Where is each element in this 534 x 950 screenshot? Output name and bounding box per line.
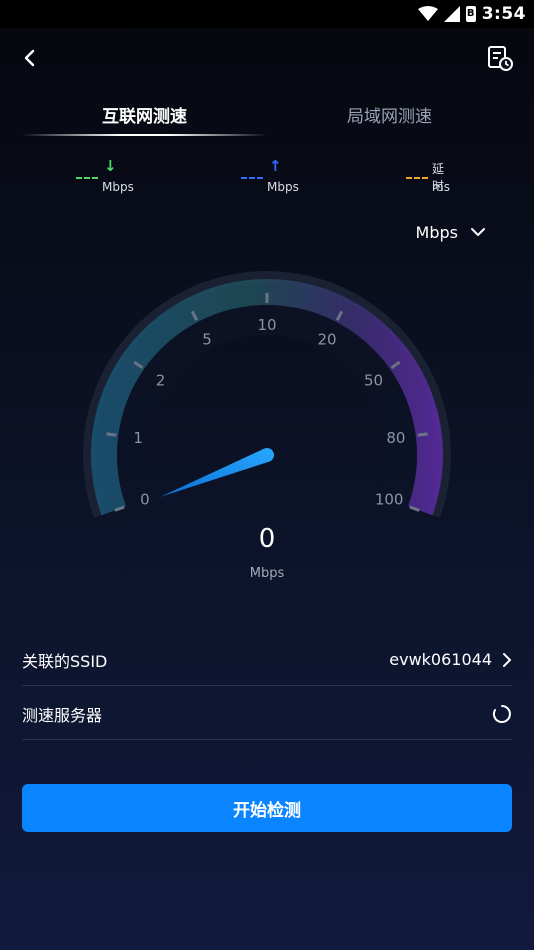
upload-arrow-icon: ↑ [269, 157, 282, 175]
status-time: 3:54 [481, 4, 526, 24]
gauge-tick-label: 1 [133, 429, 143, 447]
gauge-tick-label: 0 [140, 490, 150, 508]
latency-value-placeholder [406, 177, 428, 179]
start-test-button[interactable]: 开始检测 [22, 784, 512, 832]
chevron-right-icon [503, 652, 511, 667]
unit-selector-value: Mbps [415, 222, 458, 242]
cell-signal-icon [443, 6, 460, 22]
gauge-tick-label: 5 [202, 331, 212, 349]
current-speed-unit: Mbps [249, 566, 285, 581]
gauge-tick-label: 50 [364, 371, 383, 389]
wifi-icon [417, 6, 438, 21]
active-tab-indicator [22, 134, 267, 136]
upload-unit: Mbps [267, 180, 299, 194]
unit-selector[interactable]: Mbps [416, 220, 486, 244]
gauge-tick-label: 20 [317, 331, 336, 349]
ssid-value: evwk061044 [389, 650, 492, 669]
tab-lan-speedtest[interactable]: 局域网测速 [267, 96, 512, 132]
gauge-tick [106, 432, 117, 437]
status-bar: B 3:54 [0, 0, 534, 28]
gauge-tick [417, 432, 428, 437]
chevron-down-icon [471, 228, 485, 236]
gauge-needle [160, 448, 274, 497]
download-value-placeholder [76, 177, 98, 179]
ssid-label: 关联的SSID [22, 651, 108, 671]
speed-legend: ↓ Mbps ↑ Mbps 延时 ms [0, 156, 534, 200]
upload-value-placeholder [241, 177, 263, 179]
history-icon[interactable] [486, 44, 514, 72]
speedtest-server-row: 测速服务器 [22, 688, 512, 740]
gauge-tick-label: 80 [386, 429, 405, 447]
battery-icon: B [465, 6, 476, 22]
chevron-left-icon [24, 49, 35, 67]
server-label: 测速服务器 [22, 705, 103, 725]
loading-spinner-icon [492, 704, 511, 723]
back-button[interactable] [16, 44, 44, 72]
current-speed-value: 0 [258, 524, 276, 554]
speedtest-tabs: 互联网测速 局域网测速 [0, 96, 534, 140]
download-arrow-icon: ↓ [104, 157, 117, 175]
gauge-tick-label: 100 [375, 490, 404, 508]
download-unit: Mbps [102, 180, 134, 194]
latency-unit: ms [432, 180, 450, 194]
associated-ssid-row[interactable]: 关联的SSID evwk061044 [22, 634, 512, 686]
tab-internet-speedtest[interactable]: 互联网测速 [22, 96, 267, 132]
battery-glyph: B [466, 8, 475, 19]
gauge-tick-label: 10 [257, 316, 276, 334]
gauge-tick-label: 2 [156, 371, 166, 389]
